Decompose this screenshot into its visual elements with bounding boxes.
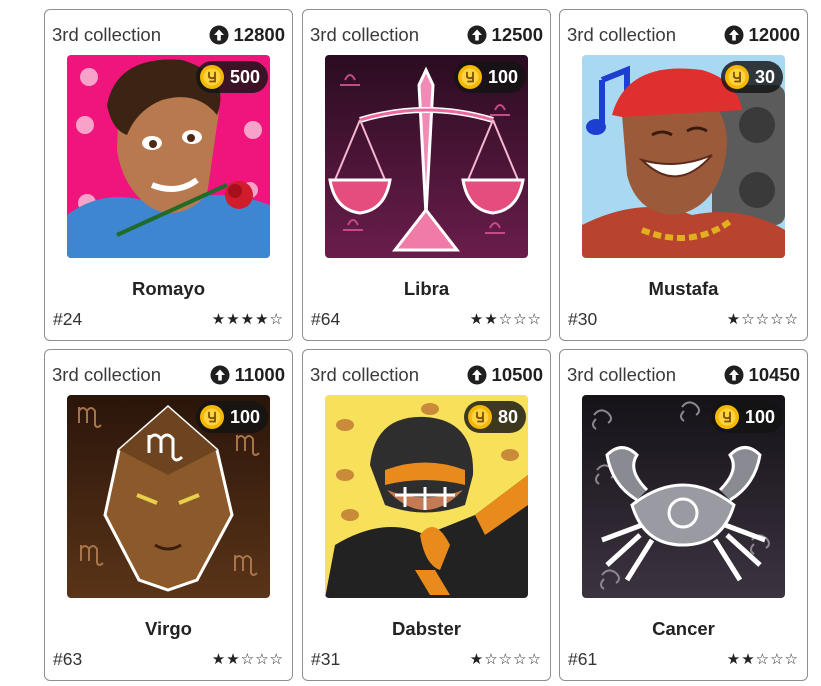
sticker-name: Libra <box>403 278 450 299</box>
score-value: 12500 <box>467 24 543 46</box>
price-value: 500 <box>229 66 260 87</box>
sticker-number: #63 <box>53 648 83 669</box>
coin-icon <box>467 405 492 429</box>
arrow-up-circle-icon <box>467 365 487 385</box>
sticker-image[interactable]: 500 <box>67 55 270 258</box>
coin-icon <box>457 65 482 89</box>
coin-icon <box>199 65 224 89</box>
score-number: 10500 <box>491 364 543 385</box>
collection-label: 3rd collection <box>310 364 420 385</box>
price-badge: 30 <box>720 61 783 93</box>
card-header: 3rd collection 12500 <box>310 23 543 47</box>
sticker-card[interactable]: 3rd collection 12000 30 Mustafa #30 ★☆☆☆… <box>559 9 808 341</box>
coin-icon <box>714 405 739 429</box>
score-value: 10450 <box>724 364 800 386</box>
score-number: 12500 <box>491 24 543 45</box>
card-footer: #61 ★★☆☆☆ <box>568 648 799 670</box>
sticker-name: Cancer <box>652 618 715 639</box>
sticker-name: Dabster <box>392 618 461 639</box>
price-value: 100 <box>744 406 775 427</box>
sticker-number: #24 <box>53 308 83 329</box>
coin-icon <box>724 65 749 89</box>
star-rating: ★★★★☆ <box>211 310 284 328</box>
collection-label: 3rd collection <box>52 24 162 45</box>
sticker-number: #64 <box>311 308 341 329</box>
sticker-image[interactable]: 30 <box>582 55 785 258</box>
price-value: 80 <box>497 406 518 427</box>
arrow-up-circle-icon <box>724 365 744 385</box>
sticker-card[interactable]: 3rd collection 12800 500 Romayo #24 ★★★★… <box>44 9 293 341</box>
sticker-name: Romayo <box>132 278 205 299</box>
card-footer: #31 ★☆☆☆☆ <box>311 648 542 670</box>
card-header: 3rd collection 10450 <box>567 363 800 387</box>
price-badge: 80 <box>463 401 526 433</box>
sticker-card[interactable]: 3rd collection 11000 100 Virgo #63 ★★☆☆☆ <box>44 349 293 681</box>
score-value: 12800 <box>209 24 285 46</box>
collection-label: 3rd collection <box>52 364 162 385</box>
sticker-number: #30 <box>568 308 598 329</box>
sticker-name: Virgo <box>145 618 192 639</box>
card-footer: #24 ★★★★☆ <box>53 308 284 330</box>
score-number: 12000 <box>748 24 800 45</box>
price-badge: 500 <box>195 61 268 93</box>
collection-label: 3rd collection <box>567 24 677 45</box>
star-rating: ★☆☆☆☆ <box>469 650 542 668</box>
arrow-up-circle-icon <box>210 365 230 385</box>
coin-icon <box>199 405 224 429</box>
card-footer: #30 ★☆☆☆☆ <box>568 308 799 330</box>
star-rating: ★★☆☆☆ <box>469 310 542 328</box>
collection-label: 3rd collection <box>310 24 420 45</box>
card-footer: #64 ★★☆☆☆ <box>311 308 542 330</box>
sticker-number: #31 <box>311 648 341 669</box>
card-header: 3rd collection 12800 <box>52 23 285 47</box>
sticker-card[interactable]: 3rd collection 10450 100 Cancer #61 ★★☆☆… <box>559 349 808 681</box>
price-value: 100 <box>487 66 518 87</box>
score-value: 12000 <box>724 24 800 46</box>
arrow-up-circle-icon <box>209 25 229 45</box>
star-rating: ★★☆☆☆ <box>726 650 799 668</box>
card-header: 3rd collection 12000 <box>567 23 800 47</box>
sticker-card[interactable]: 3rd collection 12500 100 Libra #64 ★★☆☆☆ <box>302 9 551 341</box>
card-footer: #63 ★★☆☆☆ <box>53 648 284 670</box>
star-rating: ★★☆☆☆ <box>211 650 284 668</box>
sticker-image[interactable]: 100 <box>582 395 785 598</box>
sticker-image[interactable]: 100 <box>67 395 270 598</box>
star-rating: ★☆☆☆☆ <box>726 310 799 328</box>
arrow-up-circle-icon <box>467 25 487 45</box>
price-badge: 100 <box>453 61 526 93</box>
score-value: 11000 <box>210 364 285 386</box>
score-number: 10450 <box>748 364 800 385</box>
sticker-name: Mustafa <box>648 278 719 299</box>
sticker-image[interactable]: 80 <box>325 395 528 598</box>
score-value: 10500 <box>467 364 543 386</box>
card-header: 3rd collection 11000 <box>52 363 285 387</box>
price-badge: 100 <box>195 401 268 433</box>
price-value: 30 <box>754 66 775 87</box>
collection-label: 3rd collection <box>567 364 677 385</box>
sticker-number: #61 <box>568 648 598 669</box>
price-badge: 100 <box>710 401 783 433</box>
sticker-image[interactable]: 100 <box>325 55 528 258</box>
card-header: 3rd collection 10500 <box>310 363 543 387</box>
score-number: 12800 <box>233 24 285 45</box>
arrow-up-circle-icon <box>724 25 744 45</box>
price-value: 100 <box>229 406 260 427</box>
sticker-card[interactable]: 3rd collection 10500 80 Dabster #31 ★☆☆☆… <box>302 349 551 681</box>
score-number: 11000 <box>234 364 285 385</box>
